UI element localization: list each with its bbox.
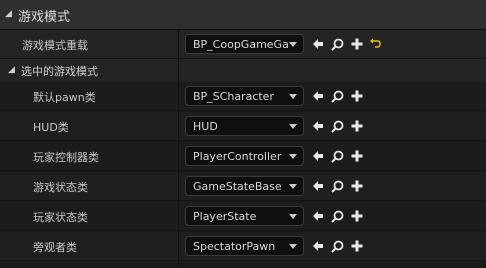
use-selected-arrow-icon[interactable]	[311, 179, 325, 193]
property-label: 玩家控制器类	[33, 151, 99, 164]
class-picker-combo[interactable]: SpectatorPawn	[185, 236, 304, 256]
class-picker-combo[interactable]: PlayerState	[185, 206, 304, 226]
chevron-down-icon	[289, 184, 297, 189]
class-picker-combo[interactable]: GameStateBase	[185, 176, 304, 196]
use-selected-arrow-icon[interactable]	[311, 89, 325, 103]
combo-value: GameStateBase	[193, 179, 282, 193]
reset-to-default-icon[interactable]	[368, 37, 382, 51]
add-plus-icon[interactable]	[350, 149, 364, 163]
add-plus-icon[interactable]	[350, 179, 364, 193]
add-plus-icon[interactable]	[350, 119, 364, 133]
use-selected-arrow-icon[interactable]	[311, 239, 325, 253]
combo-value: BP_CoopGameGam	[193, 37, 289, 51]
combo-value: SpectatorPawn	[193, 239, 276, 253]
combo-value: PlayerState	[193, 209, 257, 223]
player-controller-class-row: 玩家控制器类 PlayerController	[0, 142, 486, 171]
default-pawn-class-row: 默认pawn类 BP_SCharacter	[0, 82, 486, 111]
chevron-down-icon	[289, 154, 297, 159]
hud-class-row: HUD类 HUD	[0, 112, 486, 141]
property-label: 游戏状态类	[33, 181, 88, 194]
property-label: 玩家状态类	[33, 211, 88, 224]
game-mode-override-row: 游戏模式重载 BP_CoopGameGam	[0, 30, 486, 59]
chevron-down-icon	[289, 94, 297, 99]
class-picker-combo[interactable]: HUD	[185, 116, 304, 136]
game-mode-override-label: 游戏模式重载	[22, 39, 88, 52]
chevron-down-icon	[289, 42, 297, 47]
subcategory-selected-game-mode[interactable]: ◢ 选中的游戏模式	[0, 59, 486, 82]
chevron-down-icon	[289, 244, 297, 249]
column-divider[interactable]	[178, 30, 179, 268]
class-picker-combo[interactable]: BP_SCharacter	[185, 86, 304, 106]
combo-value: BP_SCharacter	[193, 89, 274, 103]
class-picker-combo[interactable]: PlayerController	[185, 146, 304, 166]
game-state-class-row: 游戏状态类 GameStateBase	[0, 172, 486, 201]
use-selected-arrow-icon[interactable]	[311, 37, 325, 51]
game-mode-details-panel: ◢ 游戏模式 游戏模式重载 BP_CoopGameGam ◢ 选中的游戏模式 默…	[0, 0, 486, 268]
combo-value: HUD	[193, 119, 218, 133]
browse-magnifier-icon[interactable]	[330, 239, 344, 253]
add-plus-icon[interactable]	[350, 89, 364, 103]
use-selected-arrow-icon[interactable]	[311, 209, 325, 223]
browse-magnifier-icon[interactable]	[330, 119, 344, 133]
add-plus-icon[interactable]	[350, 209, 364, 223]
spectator-class-row: 旁观者类 SpectatorPawn	[0, 232, 486, 261]
add-plus-icon[interactable]	[350, 37, 364, 51]
browse-magnifier-icon[interactable]	[330, 209, 344, 223]
category-header-game-mode[interactable]: ◢ 游戏模式	[0, 0, 486, 30]
player-state-class-row: 玩家状态类 PlayerState	[0, 202, 486, 231]
add-plus-icon[interactable]	[350, 239, 364, 253]
browse-magnifier-icon[interactable]	[330, 179, 344, 193]
browse-magnifier-icon[interactable]	[330, 149, 344, 163]
category-title: 游戏模式	[18, 10, 71, 25]
combo-value: PlayerController	[193, 149, 282, 163]
property-label: 旁观者类	[33, 241, 77, 254]
browse-magnifier-icon[interactable]	[330, 37, 344, 51]
property-label: HUD类	[33, 121, 69, 134]
collapse-arrow-icon[interactable]: ◢	[5, 9, 12, 19]
collapse-arrow-icon[interactable]: ◢	[8, 65, 15, 75]
subcategory-title: 选中的游戏模式	[21, 65, 98, 78]
browse-magnifier-icon[interactable]	[330, 89, 344, 103]
property-label: 默认pawn类	[33, 91, 96, 104]
game-mode-override-combo[interactable]: BP_CoopGameGam	[185, 34, 304, 54]
use-selected-arrow-icon[interactable]	[311, 119, 325, 133]
chevron-down-icon	[289, 214, 297, 219]
chevron-down-icon	[289, 124, 297, 129]
use-selected-arrow-icon[interactable]	[311, 149, 325, 163]
